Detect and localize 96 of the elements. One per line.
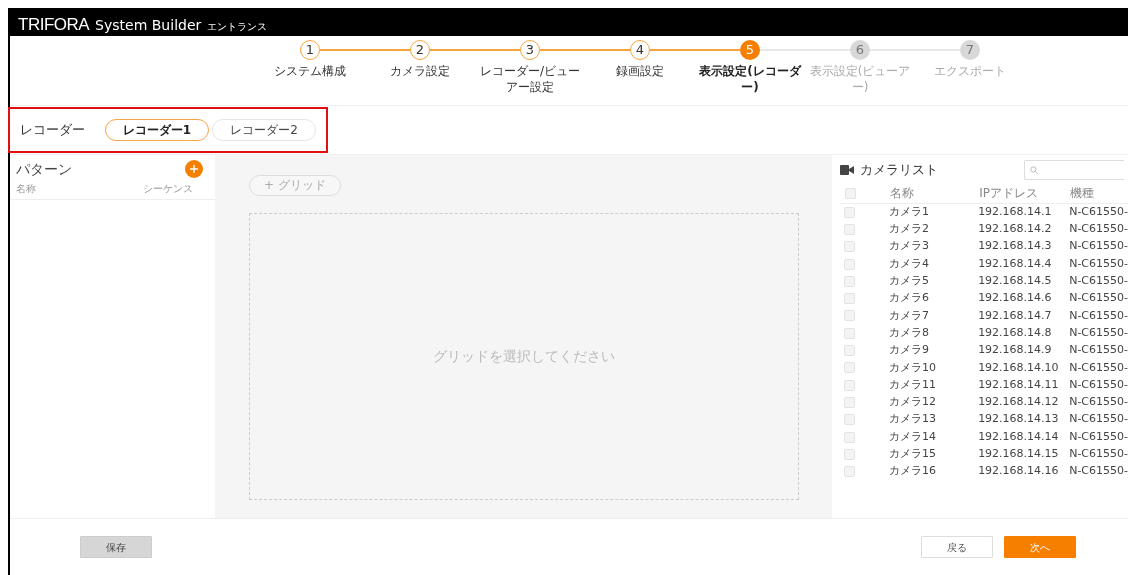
edition-label: エントランス: [207, 20, 268, 34]
column-header: シーケンス: [143, 182, 193, 196]
step-label: 表示設定(レコーダー): [698, 64, 802, 96]
row-checkbox[interactable]: [844, 466, 855, 478]
step-label: レコーダー/ビューアー設定: [478, 64, 581, 96]
table-cell-text: 192.168.14.6: [978, 290, 1053, 307]
search-field[interactable]: [1024, 160, 1124, 180]
table-cell-text: 192.168.14.8: [978, 324, 1053, 341]
table-cell-text: N-C61550-: [1069, 324, 1128, 341]
step-label: 録画設定: [615, 64, 665, 80]
select-all-checkbox[interactable]: [845, 187, 856, 199]
table-cell-text: N-C61550-: [1069, 307, 1128, 324]
recorder-tab[interactable]: レコーダー2: [212, 119, 316, 141]
plus-icon: [190, 165, 198, 173]
row-checkbox[interactable]: [844, 448, 855, 460]
brand-logo: TRIFORA: [18, 14, 90, 36]
table-cell-text: カメラ13: [889, 411, 938, 428]
table-cell-text: カメラ2: [889, 221, 931, 238]
table-cell-text: N-C61550-: [1069, 342, 1128, 359]
table-cell-text: N-C61550-: [1069, 255, 1128, 272]
add-pattern-button[interactable]: [185, 160, 203, 178]
video-camera-icon: [840, 165, 854, 175]
column-header: 名称: [16, 182, 36, 196]
row-checkbox[interactable]: [844, 223, 855, 235]
column-header: IPアドレス: [978, 183, 1070, 204]
column-header: 名称: [889, 183, 979, 204]
row-checkbox[interactable]: [844, 396, 855, 408]
table-cell-text: カメラ9: [889, 342, 931, 359]
table-cell-text: カメラ14: [889, 428, 938, 445]
table-cell-text: 192.168.14.11: [978, 376, 1060, 393]
step-number[interactable]: 4: [630, 40, 650, 60]
step-label: システム構成: [273, 64, 347, 80]
table-cell-text: N-C61550-: [1069, 428, 1128, 445]
table-cell-text: カメラ11: [889, 376, 938, 393]
table-cell-text: 192.168.14.5: [978, 273, 1053, 290]
row-checkbox[interactable]: [844, 327, 855, 339]
recorder-label: レコーダー: [20, 121, 85, 140]
row-checkbox[interactable]: [844, 345, 855, 356]
step-label: カメラ設定: [389, 64, 451, 80]
panel-title: パターン: [16, 159, 72, 179]
table-cell-text: 192.168.14.7: [978, 307, 1053, 324]
row-checkbox[interactable]: [844, 275, 855, 287]
row-checkbox[interactable]: [844, 310, 855, 322]
table-cell-text: 192.168.14.16: [978, 463, 1060, 480]
step-label: 表示設定(ビューアー): [808, 64, 912, 96]
table-cell-text: N-C61550-: [1069, 411, 1128, 428]
row-checkbox[interactable]: [844, 379, 855, 391]
step-number[interactable]: 3: [520, 40, 540, 60]
table-cell-text: N-C61550-: [1069, 446, 1128, 463]
save-button[interactable]: 保存: [80, 536, 152, 558]
table-cell-text: N-C61550-: [1069, 463, 1128, 480]
back-button[interactable]: 戻る: [921, 536, 993, 558]
table-cell-text: N-C61550-: [1069, 290, 1128, 307]
table-cell-text: 192.168.14.2: [978, 221, 1053, 238]
step-label: エクスポート: [933, 64, 1007, 80]
table-cell-text: カメラ3: [889, 238, 931, 255]
product-name: System Builder: [95, 16, 202, 35]
table-cell-text: カメラ16: [889, 463, 938, 480]
table-cell-text: 192.168.14.13: [978, 411, 1060, 428]
table-cell-text: カメラ4: [889, 255, 931, 272]
table-cell-text: 192.168.14.10: [978, 359, 1060, 376]
table-cell-text: カメラ7: [889, 307, 931, 324]
table-cell-text: N-C61550-: [1069, 238, 1128, 255]
column-header: 機種: [1069, 183, 1128, 204]
table-cell-text: N-C61550-: [1069, 221, 1128, 238]
step-number[interactable]: 1: [300, 40, 320, 60]
table-cell: カメラ1: [889, 203, 979, 221]
table-cell-text: 192.168.14.12: [978, 394, 1060, 411]
search-icon: [1030, 166, 1038, 174]
table-cell-text: 192.168.14.15: [978, 446, 1060, 463]
row-checkbox[interactable]: [844, 414, 855, 426]
table-cell-text: N-C61550-: [1069, 394, 1128, 411]
row-checkbox[interactable]: [844, 258, 855, 270]
table-cell: 192.168.14.1: [978, 203, 1070, 221]
table-cell-text: 192.168.14.4: [978, 255, 1053, 272]
table-cell-text: カメラ15: [889, 446, 938, 463]
table-cell-text: カメラ12: [889, 394, 938, 411]
row-checkbox[interactable]: [844, 293, 855, 305]
table-cell-text: N-C61550-: [1069, 273, 1128, 290]
table-cell-text: カメラ10: [889, 359, 938, 376]
row-checkbox[interactable]: [844, 431, 855, 443]
table-cell-text: N-C61550-: [1069, 376, 1128, 393]
table-cell-text: 192.168.14.14: [978, 428, 1060, 445]
recorder-tab[interactable]: レコーダー1: [105, 119, 209, 141]
table-cell-text: 192.168.14.9: [978, 342, 1053, 359]
table-cell-text: 192.168.14.3: [978, 238, 1053, 255]
row-checkbox[interactable]: [844, 206, 855, 218]
step-number[interactable]: 2: [410, 40, 430, 60]
row-checkbox[interactable]: [844, 241, 855, 253]
table-cell-text: カメラ6: [889, 290, 931, 307]
table-cell-text: N-C61550-: [1069, 204, 1128, 221]
panel-title: カメラリスト: [860, 161, 939, 180]
row-checkbox[interactable]: [844, 362, 855, 374]
table-cell-text: カメラ5: [889, 273, 931, 290]
table-cell-text: カメラ8: [889, 324, 931, 341]
table-cell-text: N-C61550-: [1069, 359, 1128, 376]
